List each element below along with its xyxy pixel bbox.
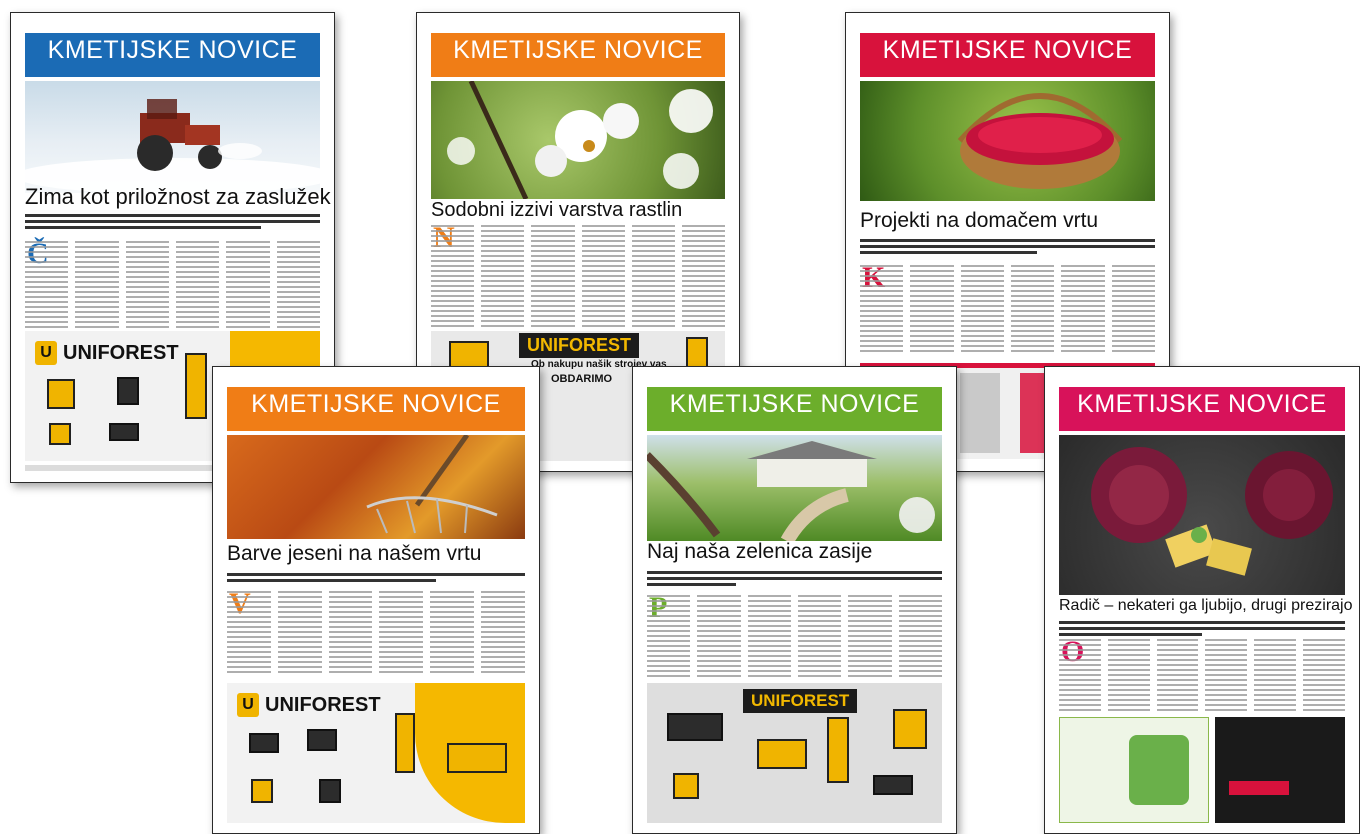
radicchio-illustration [1091,447,1333,576]
newspaper-page-6: KMETIJSKE NOVICE Radič – nekateri ga lju… [1044,366,1360,834]
article-columns [647,595,942,679]
machine-image [447,743,507,773]
garden-lawn-photo [647,435,942,541]
article-columns [431,225,726,329]
lead-paragraph [1059,621,1345,639]
machine-image [117,377,139,405]
newspaper-page-4: KMETIJSKE NOVICE Barve jeseni na našem v… [212,366,540,834]
masthead: KMETIJSKE NOVICE [25,33,320,77]
newspaper-page-5: KMETIJSKE NOVICE Naj naša zelenica zasij… [632,366,957,834]
masthead-title: KMETIJSKE NOVICE [251,390,501,418]
lead-paragraph [860,239,1155,257]
headline: Zima kot priložnost za zaslužek [25,184,331,209]
headline: Projekti na domačem vrtu [860,209,1099,232]
headline: Naj naša zelenica zasije [647,540,873,563]
machine-image [251,779,273,803]
masthead-title: KMETIJSKE NOVICE [47,36,298,64]
masthead-title: KMETIJSKE NOVICE [1077,390,1327,418]
machine-image [49,423,71,445]
ad-brand: UNIFOREST [63,341,179,364]
lead-paragraph [25,214,320,232]
ad-strip [1059,717,1345,823]
uniforest-logo-icon: U [35,341,57,365]
machine-image [757,739,807,769]
blossom-illustration [447,81,713,199]
machine-image [307,729,337,751]
masthead-title: KMETIJSKE NOVICE [453,36,703,64]
basket-illustration [957,93,1123,189]
lead-paragraph [647,571,942,589]
headline: Radič – nekateri ga ljubijo, drugi prezi… [1059,597,1353,614]
machine-image [673,773,699,799]
machine-image [873,775,913,795]
masthead-title: KMETIJSKE NOVICE [669,390,920,418]
article-columns [1059,639,1345,711]
masthead: KMETIJSKE NOVICE [227,387,525,431]
lead-paragraph [227,573,525,585]
article-columns [860,265,1155,353]
machine-image [893,709,927,749]
tractor-illustration [25,99,320,193]
machine-image [319,779,341,803]
masthead: KMETIJSKE NOVICE [431,33,725,77]
machine-image [109,423,139,441]
masthead: KMETIJSKE NOVICE [647,387,942,431]
ad-brand: UNIFOREST [265,693,381,716]
machine-image [47,379,75,409]
uniforest-logo-icon: U [237,693,259,717]
headline: Sodobni izzivi varstva rastlin [431,199,683,221]
masthead: KMETIJSKE NOVICE [1059,387,1345,431]
article-columns [227,591,525,675]
radicchio-photo [1059,435,1345,595]
machine-image [249,733,279,753]
garden-illustration [647,441,935,541]
raspberry-basket-photo [860,81,1155,201]
masthead-title: KMETIJSKE NOVICE [882,36,1133,64]
rake-illustration [366,435,498,534]
headline: Barve jeseni na našem vrtu [227,542,482,565]
machine-image [667,713,723,741]
uniforest-ad: UNIFOREST [647,683,942,823]
article-columns [25,241,320,333]
autumn-leaves-photo [227,435,525,539]
ad-brand: UNIFOREST [519,333,640,358]
machine-image [827,717,849,783]
ad-brand: UNIFOREST [743,689,858,713]
machine-image [395,713,415,773]
ad-offer-highlight: OBDARIMO [551,373,613,385]
machine-image [185,353,207,419]
winter-tractor-photo [25,81,320,193]
masthead: KMETIJSKE NOVICE [860,33,1155,77]
blossom-photo [431,81,725,199]
uniforest-ad: U UNIFOREST [227,683,525,823]
